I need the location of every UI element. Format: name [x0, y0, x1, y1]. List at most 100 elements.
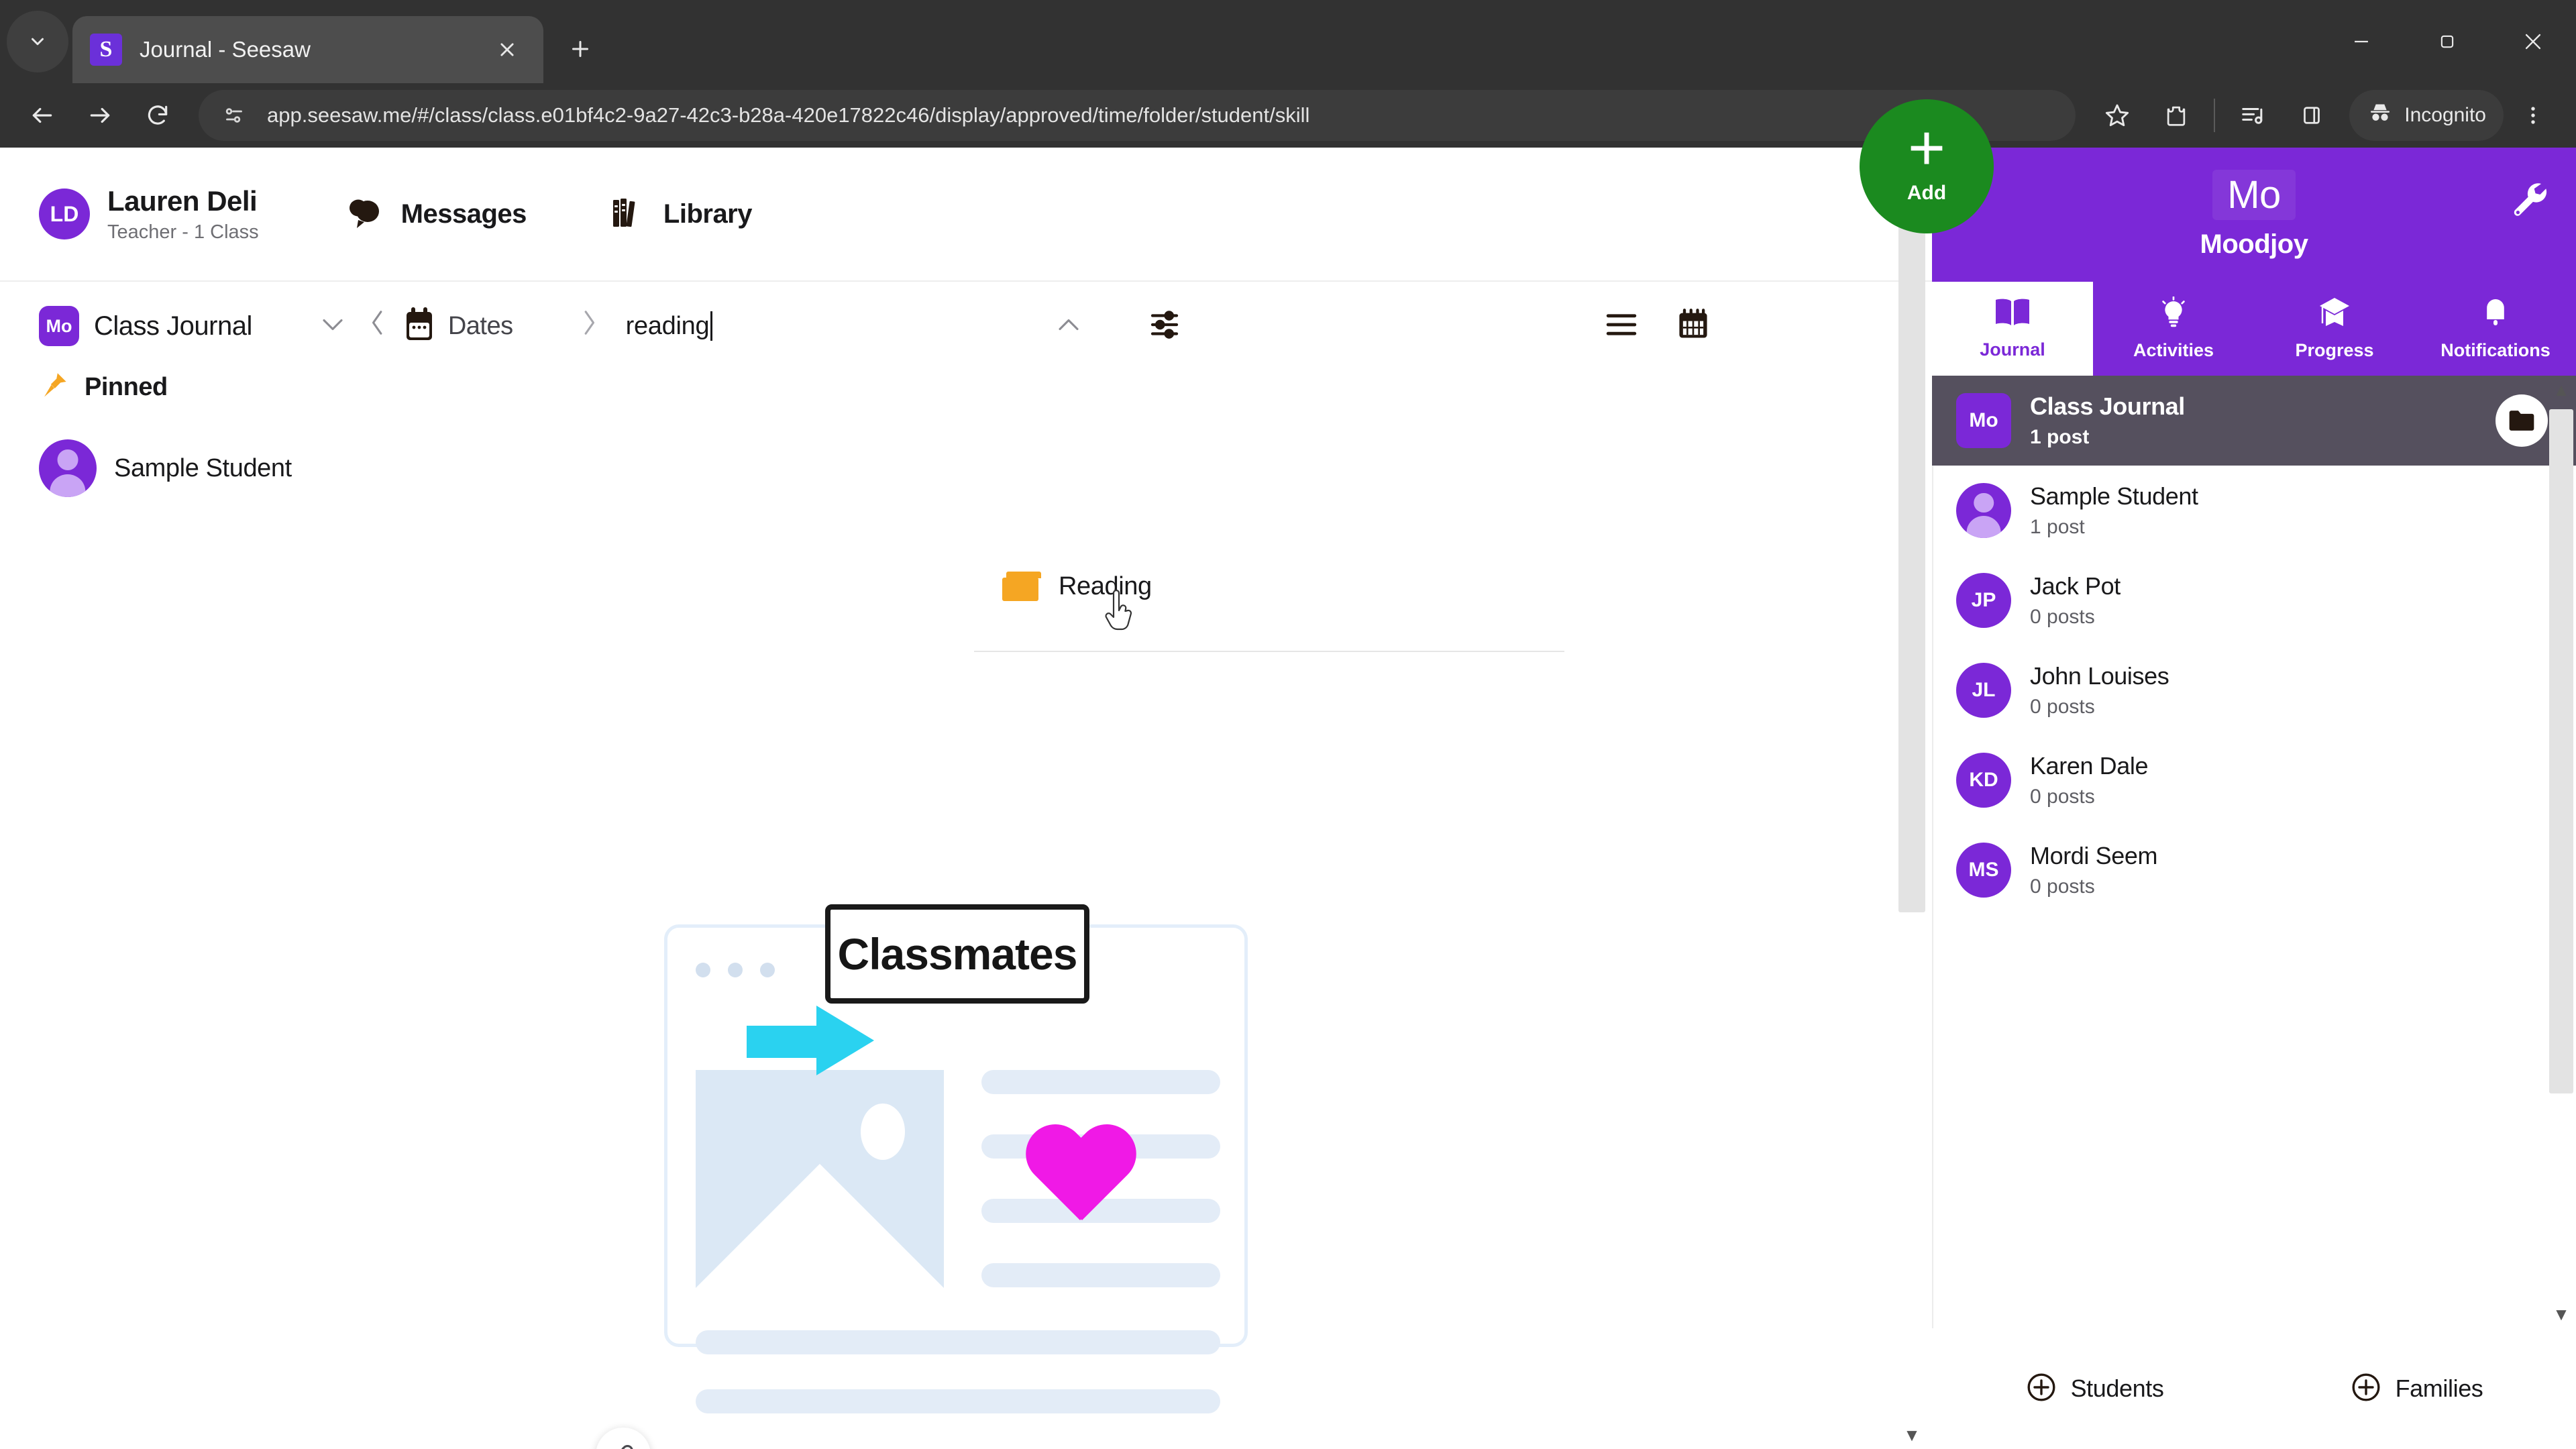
avatar: JL — [1956, 663, 2011, 718]
list-item-text: Karen Dale 0 posts — [2030, 752, 2149, 808]
teacher-avatar[interactable]: LD — [39, 189, 90, 239]
browser-tab[interactable]: S Journal - Seesaw — [72, 16, 543, 83]
avatar — [39, 439, 97, 497]
tab-journal-label: Journal — [1980, 339, 2045, 360]
tab-notifications[interactable]: Notifications — [2415, 282, 2576, 376]
reload-button[interactable] — [129, 87, 186, 144]
teacher-role: Teacher - 1 Class — [107, 221, 259, 243]
list-item-jack-pot[interactable]: JP Jack Pot 0 posts — [1932, 555, 2576, 645]
content-scrollbar[interactable]: ▲ ▼ — [1898, 148, 1925, 1449]
chevron-up-icon[interactable] — [1055, 313, 1082, 339]
browser-window: S Journal - Seesaw app.seesaw.me/#/class… — [0, 0, 2576, 1449]
messages-nav-item[interactable]: Messages — [343, 195, 527, 234]
dates-filter[interactable]: Dates — [404, 307, 513, 346]
scroll-down-icon[interactable]: ▼ — [1903, 1421, 1921, 1449]
filter-toolbar: Mo Class Journal Dates reading — [0, 282, 1932, 370]
folder-icon — [1002, 572, 1041, 601]
profile-incognito-button[interactable]: Incognito — [2349, 90, 2504, 141]
scrollbar-track[interactable] — [1898, 176, 1925, 1421]
list-item-post-count: 0 posts — [2030, 875, 2095, 898]
dates-label: Dates — [447, 311, 513, 340]
avatar: MS — [1956, 843, 2011, 898]
list-item-class-journal[interactable]: Mo Class Journal 1 post — [1932, 376, 2576, 466]
list-item-text: Sample Student 1 post — [2030, 482, 2198, 539]
minimize-icon[interactable] — [2318, 0, 2404, 83]
plus-icon: + — [1907, 111, 1946, 184]
add-students-label: Students — [2070, 1375, 2164, 1402]
list-item-name: John Louises — [2030, 662, 2169, 690]
more-menu-icon[interactable] — [2508, 90, 2559, 141]
window-controls — [2318, 0, 2576, 83]
list-item-john-louises[interactable]: JL John Louises 0 posts — [1932, 645, 2576, 735]
scroll-down-icon[interactable]: ▼ — [2553, 1300, 2570, 1328]
calendar-view-icon[interactable] — [1676, 307, 1711, 345]
maximize-icon[interactable] — [2404, 0, 2490, 83]
text-caret — [710, 311, 713, 341]
list-view-icon[interactable] — [1603, 310, 1640, 343]
tab-search-icon[interactable] — [7, 11, 68, 72]
side-panel-icon[interactable] — [2286, 90, 2337, 141]
illustration-title-box: Classmates — [825, 904, 1089, 1004]
close-window-icon[interactable] — [2490, 0, 2576, 83]
teacher-info[interactable]: Lauren Deli Teacher - 1 Class — [107, 185, 259, 244]
add-families-button[interactable]: Families — [2350, 1371, 2483, 1407]
back-button[interactable] — [13, 87, 71, 144]
extensions-icon[interactable] — [2151, 90, 2202, 141]
text-placeholder-lines-bottom — [696, 1330, 1220, 1448]
photo-placeholder — [696, 1070, 944, 1291]
address-bar[interactable]: app.seesaw.me/#/class/class.e01bf4c2-9a2… — [199, 90, 2076, 141]
bell-icon — [2479, 297, 2512, 333]
list-item-text: John Louises 0 posts — [2030, 662, 2169, 718]
pinned-label: Pinned — [85, 373, 168, 401]
class-journal-selector[interactable]: Mo Class Journal — [39, 306, 252, 346]
page-info-icon[interactable] — [219, 100, 250, 131]
window-dots-icon — [696, 963, 775, 977]
list-item-sample-student[interactable]: Sample Student 1 post — [1932, 466, 2576, 555]
scroll-up-icon[interactable]: ▲ — [2553, 376, 2570, 404]
list-item-text: Mordi Seem 0 posts — [2030, 842, 2157, 898]
search-input[interactable]: reading — [626, 311, 1028, 341]
wrench-icon[interactable] — [2509, 178, 2551, 223]
link-icon[interactable] — [596, 1428, 651, 1449]
suggestion-item-reading[interactable]: Reading — [974, 550, 1564, 623]
plus-circle-icon — [2350, 1371, 2382, 1407]
tab-activities[interactable]: Activities — [2093, 282, 2254, 376]
next-filter-button[interactable] — [580, 308, 598, 344]
class-name: Moodjoy — [2200, 229, 2308, 259]
library-nav-item[interactable]: Library — [611, 195, 753, 234]
search-value: reading — [625, 311, 710, 340]
sidebar-footer: Students Families — [1932, 1328, 2576, 1449]
sidebar-scrollbar[interactable]: ▲ ▼ — [2549, 376, 2573, 1328]
sidebar-tabs: Journal Activities Progress Notification… — [1932, 282, 2576, 376]
post-illustration[interactable]: Classmates — [664, 904, 1248, 1413]
reading-list-icon[interactable] — [2227, 90, 2278, 141]
forward-button[interactable] — [71, 87, 129, 144]
heart-icon — [1023, 1126, 1137, 1234]
new-tab-button[interactable] — [555, 24, 605, 74]
plus-circle-icon — [2025, 1371, 2057, 1407]
list-item-mordi-seem[interactable]: MS Mordi Seem 0 posts — [1932, 825, 2576, 915]
avatar: KD — [1956, 753, 2011, 808]
messages-icon — [343, 195, 385, 234]
prev-filter-button[interactable] — [369, 308, 386, 344]
scrollbar-thumb[interactable] — [1898, 188, 1925, 912]
add-button[interactable]: + Add — [1860, 99, 1994, 233]
chevron-down-icon[interactable] — [319, 313, 346, 339]
list-item-name: Karen Dale — [2030, 752, 2149, 780]
add-students-button[interactable]: Students — [2025, 1371, 2164, 1407]
page-body: LD Lauren Deli Teacher - 1 Class Message… — [0, 99, 2576, 1449]
bookmark-star-icon[interactable] — [2092, 90, 2143, 141]
scrollbar-track[interactable] — [2549, 404, 2573, 1300]
tab-progress[interactable]: Progress — [2254, 282, 2415, 376]
tab-journal[interactable]: Journal — [1932, 282, 2093, 376]
filter-settings-icon[interactable] — [1146, 307, 1183, 346]
list-item-post-count: 0 posts — [2030, 696, 2095, 718]
list-item-karen-dale[interactable]: KD Karen Dale 0 posts — [1932, 735, 2576, 825]
scrollbar-thumb[interactable] — [2549, 409, 2573, 1093]
calendar-icon — [404, 307, 435, 346]
sidebar-header: + Add Mo Moodjoy — [1860, 99, 2576, 282]
close-tab-icon[interactable] — [488, 31, 526, 68]
add-families-label: Families — [2395, 1375, 2483, 1402]
class-sidebar: + Add Mo Moodjoy Journal Activities Prog… — [1860, 99, 2576, 1449]
pinned-student-item[interactable]: Sample Student — [39, 439, 483, 497]
